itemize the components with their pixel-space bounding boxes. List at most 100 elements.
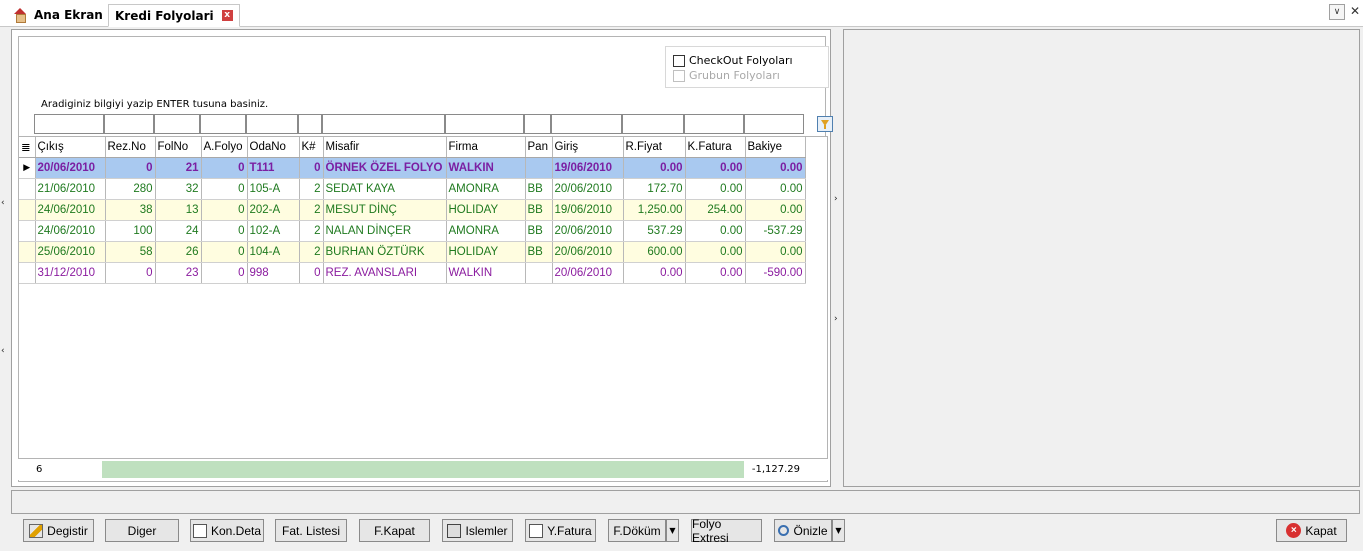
f-dokum-dropdown-icon[interactable]: ▼ [666,519,679,542]
col-cikis[interactable]: Çıkış [35,137,106,158]
f-kapat-button[interactable]: F.Kapat [359,519,430,542]
chevron-down-icon[interactable]: ∨ [1329,4,1345,20]
column-menu-icon[interactable]: ≣ [19,137,36,158]
col-bakiye[interactable]: Bakiye [745,137,806,158]
diger-button[interactable]: Diger [105,519,179,542]
degistir-button[interactable]: Degistir [23,519,94,542]
middle-splitter[interactable]: › › [833,29,843,487]
tab-active-label: Kredi Folyolari [115,8,214,23]
cell: 24 [155,220,202,242]
filter-rezno-input[interactable] [104,114,154,134]
cell: 13 [155,199,202,221]
cell: 0.00 [745,199,806,221]
kon-deta-button[interactable]: Kon.Deta [190,519,264,542]
left-splitter[interactable]: ‹ ‹ [0,28,9,488]
home-icon [12,8,28,23]
onizle-dropdown-icon[interactable]: ▼ [832,519,845,542]
table-row[interactable]: 25/06/2010 58 26 0 104-A 2 BURHAN ÖZTÜRK… [19,241,806,263]
col-odano[interactable]: OdaNo [247,137,300,158]
fat-listesi-button[interactable]: Fat. Listesi [275,519,347,542]
cell: 24/06/2010 [35,220,106,242]
filter-kfatura-input[interactable] [684,114,744,134]
cell: 202-A [247,199,300,221]
filter-k-input[interactable] [298,114,322,134]
row-indicator [19,241,36,263]
cell: 19/06/2010 [552,199,624,221]
search-icon [778,525,790,536]
cell: AMONRA [446,178,526,200]
collapse-left-icon-2[interactable]: ‹ [1,346,5,356]
cell: T111 [247,157,300,179]
filter-icon[interactable] [817,116,833,132]
cell: 0.00 [685,157,746,179]
cell: 0 [105,262,156,284]
cell: 0 [201,178,248,200]
col-k[interactable]: K# [299,137,324,158]
col-kfatura[interactable]: K.Fatura [685,137,746,158]
expand-right-icon[interactable]: › [834,194,838,204]
onizle-button[interactable]: Önizle [774,519,832,542]
cell: 21 [155,157,202,179]
grubun-label: Grubun Folyoları [689,69,780,82]
cell: 0 [201,157,248,179]
table-row[interactable]: 24/06/2010 100 24 0 102-A 2 NALAN DİNÇER… [19,220,806,242]
close-icon[interactable]: ✕ [1350,4,1360,18]
tab-close-icon[interactable]: x [221,10,233,21]
col-rezno[interactable]: Rez.No [105,137,156,158]
cell: 0 [299,157,324,179]
cell [525,157,553,179]
row-indicator [19,199,36,221]
cell: 0.00 [685,178,746,200]
cell: 0 [201,220,248,242]
col-folno[interactable]: FolNo [155,137,202,158]
folyo-extresi-button[interactable]: Folyo Extresi [691,517,762,545]
filter-afolyo-input[interactable] [200,114,246,134]
collapse-left-icon[interactable]: ‹ [1,198,5,208]
checkbox-icon[interactable] [673,54,685,67]
cell: -590.00 [745,262,806,284]
filter-pan-input[interactable] [524,114,551,134]
f-dokum-button[interactable]: F.Döküm [608,519,666,542]
row-indicator [19,220,36,242]
table-row[interactable]: 24/06/2010 38 13 0 202-A 2 MESUT DİNÇ HO… [19,199,806,221]
filter-folno-input[interactable] [154,114,200,134]
search-hint: Aradiginiz bilgiyi yazip ENTER tusuna ba… [41,99,269,110]
degistir-label: Degistir [47,523,88,538]
tab-home[interactable]: Ana Ekran [12,4,103,26]
table-row[interactable]: 31/12/2010 0 23 0 998 0 REZ. AVANSLARI W… [19,262,806,284]
filter-misafir-input[interactable] [322,114,445,134]
islemler-button[interactable]: Islemler [442,519,513,542]
cell: BB [525,220,553,242]
cell: 0.00 [685,262,746,284]
kapat-button[interactable]: × Kapat [1276,519,1347,542]
cell: 0 [105,157,156,179]
filter-firma-input[interactable] [445,114,524,134]
table-row[interactable]: 21/06/2010 280 32 0 105-A 2 SEDAT KAYA A… [19,178,806,200]
grid-header-row: ≣ Çıkış Rez.No FolNo A.Folyo OdaNo K# Mi… [19,137,806,158]
table-row[interactable]: ▶ 20/06/2010 0 21 0 T111 0 ÖRNEK ÖZEL FO… [19,157,806,179]
filter-bakiye-input[interactable] [744,114,804,134]
cell: -537.29 [745,220,806,242]
col-pan[interactable]: Pan [525,137,553,158]
tab-strip: Ana Ekran Kredi Folyolari x ∨ ✕ [0,0,1363,27]
filter-cikis-input[interactable] [34,114,104,134]
cell: 19/06/2010 [552,157,624,179]
col-misafir[interactable]: Misafir [323,137,447,158]
col-rfiyat[interactable]: R.Fiyat [623,137,686,158]
col-afolyo[interactable]: A.Folyo [201,137,248,158]
cell: SEDAT KAYA [323,178,447,200]
tab-kredi-folyolari[interactable]: Kredi Folyolari x [108,4,240,27]
filter-rfiyat-input[interactable] [622,114,684,134]
cell: 254.00 [685,199,746,221]
col-firma[interactable]: Firma [446,137,526,158]
col-giris[interactable]: Giriş [552,137,624,158]
y-fatura-button[interactable]: Y.Fatura [525,519,596,542]
cell: HOLIDAY [446,199,526,221]
filter-odano-input[interactable] [246,114,298,134]
cell: 20/06/2010 [552,241,624,263]
filter-giris-input[interactable] [551,114,622,134]
record-count: 6 [36,464,43,475]
close-icon: × [1286,523,1302,538]
checkout-folyolari-checkbox[interactable]: CheckOut Folyoları [673,54,793,67]
expand-right-icon-2[interactable]: › [834,314,838,324]
